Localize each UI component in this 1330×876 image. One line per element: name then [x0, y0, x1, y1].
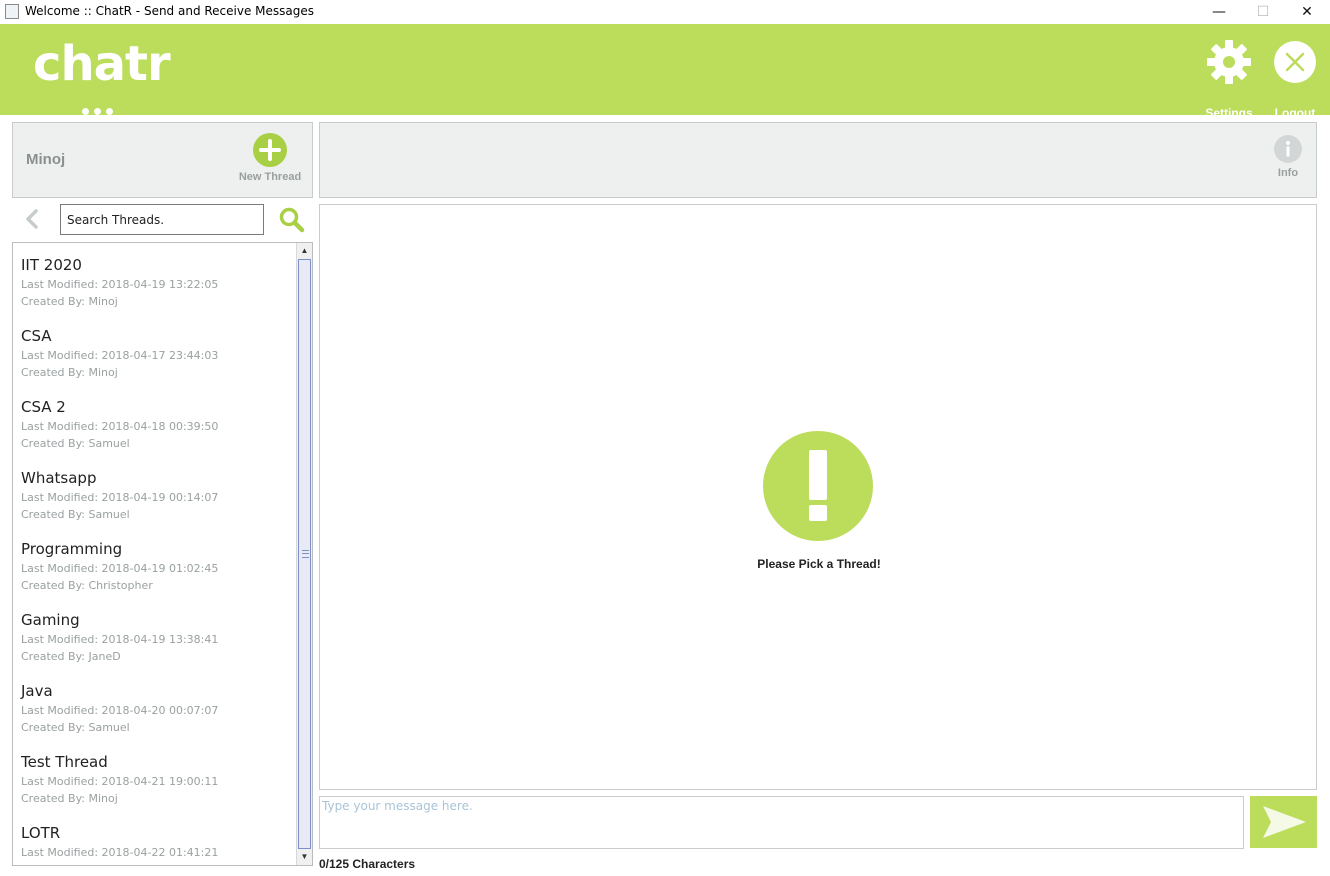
- thread-created-by: Created By: Samuel: [21, 508, 130, 521]
- thread-created-by: Created By: Samuel: [21, 437, 130, 450]
- scroll-grip-icon: [302, 550, 309, 558]
- search-threads-input[interactable]: [60, 204, 264, 235]
- thread-name: Whatsapp: [21, 469, 97, 487]
- thread-name: IIT 2020: [21, 256, 82, 274]
- thread-list-scrollbar[interactable]: ▲ ▼: [296, 243, 312, 865]
- thread-name: CSA 2: [21, 398, 66, 416]
- thread-list-item[interactable]: CSA 2 Last Modified: 2018-04-18 00:39:50…: [21, 398, 291, 469]
- thread-list-item[interactable]: LOTR Last Modified: 2018-04-22 01:41:21: [21, 824, 291, 865]
- thread-name: Gaming: [21, 611, 80, 629]
- thread-created-by: Created By: Christopher: [21, 579, 153, 592]
- thread-list-item[interactable]: Whatsapp Last Modified: 2018-04-19 00:14…: [21, 469, 291, 540]
- back-button[interactable]: [22, 208, 42, 230]
- thread-last-modified: Last Modified: 2018-04-18 00:39:50: [21, 420, 219, 433]
- thread-last-modified: Last Modified: 2018-04-19 01:02:45: [21, 562, 219, 575]
- chatr-logo: chatr: [33, 36, 171, 92]
- user-panel: Minoj New Thread: [12, 122, 313, 198]
- settings-button[interactable]: Settings: [1199, 40, 1259, 120]
- info-label: Info: [1277, 167, 1299, 179]
- thread-name: CSA: [21, 327, 52, 345]
- thread-list-item[interactable]: Test Thread Last Modified: 2018-04-21 19…: [21, 753, 291, 824]
- thread-list-item[interactable]: CSA Last Modified: 2018-04-17 23:44:03 C…: [21, 327, 291, 398]
- logo-dot: [94, 108, 101, 115]
- info-button[interactable]: Info: [1270, 135, 1306, 179]
- send-icon: [1263, 806, 1306, 838]
- thread-last-modified: Last Modified: 2018-04-21 19:00:11: [21, 775, 219, 788]
- thread-last-modified: Last Modified: 2018-04-19 13:38:41: [21, 633, 219, 646]
- logo-dot: [106, 108, 113, 115]
- thread-created-by: Created By: JaneD: [21, 650, 121, 663]
- search-icon: [279, 207, 305, 233]
- message-area: Please Pick a Thread!: [319, 204, 1317, 790]
- thread-list-item[interactable]: Gaming Last Modified: 2018-04-19 13:38:4…: [21, 611, 291, 682]
- thread-list-item[interactable]: Programming Last Modified: 2018-04-19 01…: [21, 540, 291, 611]
- username: Minoj: [26, 151, 66, 168]
- scroll-thumb[interactable]: [298, 259, 311, 849]
- thread-last-modified: Last Modified: 2018-04-19 00:14:07: [21, 491, 219, 504]
- maximize-button[interactable]: ☐: [1240, 0, 1286, 24]
- thread-created-by: Created By: Minoj: [21, 792, 118, 805]
- message-input[interactable]: [319, 796, 1244, 849]
- thread-name: Test Thread: [21, 753, 108, 771]
- thread-list-item[interactable]: IIT 2020 Last Modified: 2018-04-19 13:22…: [21, 256, 291, 327]
- plus-icon: [253, 133, 287, 167]
- logo-dot: [82, 108, 89, 115]
- app-header: chatr Settings Logout: [0, 24, 1330, 120]
- close-circle-icon: [1274, 41, 1316, 83]
- search-button[interactable]: [278, 206, 306, 234]
- thread-created-by: Created By: Minoj: [21, 366, 118, 379]
- minimize-button[interactable]: —: [1196, 0, 1242, 24]
- window-title: Welcome :: ChatR - Send and Receive Mess…: [25, 4, 315, 18]
- java-app-icon: [5, 4, 19, 19]
- exclamation-icon: [763, 431, 873, 541]
- thread-name: Java: [21, 682, 53, 700]
- thread-last-modified: Last Modified: 2018-04-20 00:07:07: [21, 704, 219, 717]
- character-counter: 0/125 Characters: [319, 857, 416, 871]
- close-window-button[interactable]: ✕: [1284, 0, 1330, 24]
- thread-created-by: Created By: Minoj: [21, 295, 118, 308]
- empty-thread-message: Please Pick a Thread!: [757, 557, 881, 571]
- gear-icon: [1207, 40, 1251, 84]
- scroll-down-arrow[interactable]: ▼: [297, 849, 312, 865]
- send-button[interactable]: [1250, 796, 1317, 848]
- thread-created-by: Created By: Samuel: [21, 721, 130, 734]
- thread-last-modified: Last Modified: 2018-04-22 01:41:21: [21, 846, 219, 859]
- info-icon: [1274, 135, 1302, 163]
- logout-label: Logout: [1274, 106, 1316, 120]
- thread-name: Programming: [21, 540, 123, 558]
- thread-info-panel: Info: [319, 122, 1317, 198]
- settings-label: Settings: [1205, 106, 1253, 120]
- new-thread-label: New Thread: [238, 171, 302, 183]
- thread-list-item[interactable]: Java Last Modified: 2018-04-20 00:07:07 …: [21, 682, 291, 753]
- thread-name: LOTR: [21, 824, 61, 842]
- scroll-up-arrow[interactable]: ▲: [297, 243, 312, 259]
- logout-button[interactable]: Logout: [1265, 40, 1325, 120]
- new-thread-button[interactable]: New Thread: [238, 133, 302, 183]
- thread-last-modified: Last Modified: 2018-04-17 23:44:03: [21, 349, 219, 362]
- window-titlebar: Welcome :: ChatR - Send and Receive Mess…: [0, 0, 1330, 24]
- chevron-left-icon: [26, 209, 38, 229]
- thread-last-modified: Last Modified: 2018-04-19 13:22:05: [21, 278, 219, 291]
- thread-list: IIT 2020 Last Modified: 2018-04-19 13:22…: [12, 242, 313, 866]
